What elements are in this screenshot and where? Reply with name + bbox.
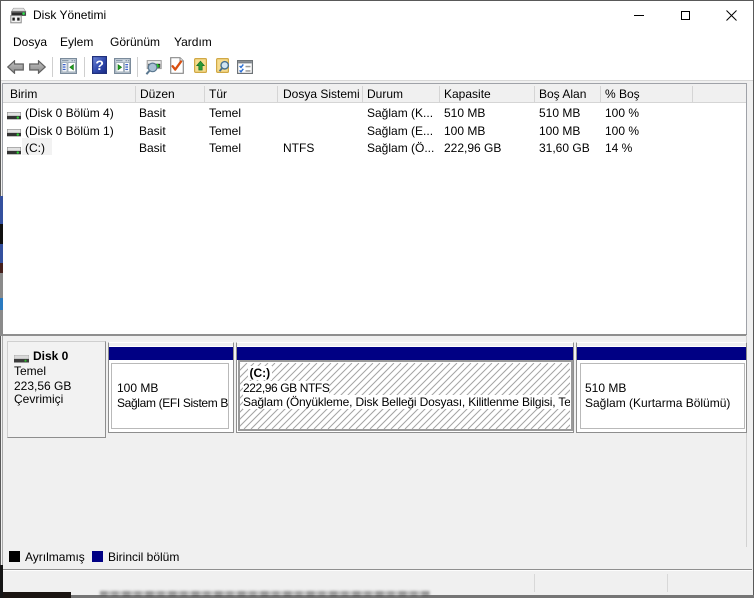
svg-text:?: ? xyxy=(95,57,104,73)
